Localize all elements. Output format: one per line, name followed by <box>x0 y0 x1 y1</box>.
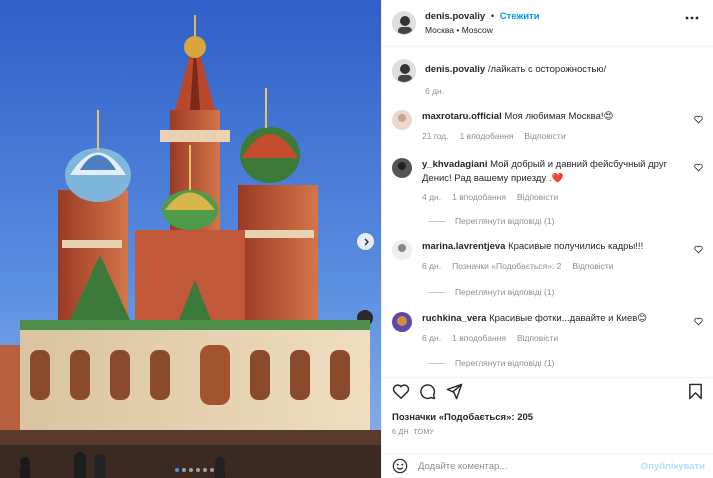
caption-text: /лайкать с осторожностью/ <box>487 64 607 75</box>
view-replies-button[interactable]: Переглянути відповіді (1) <box>428 216 554 226</box>
post-header: denis.povaliy • Стежити Москва • Moscow <box>382 0 713 47</box>
instagram-post: denis.povaliy • Стежити Москва • Moscow <box>0 0 713 478</box>
view-replies-button[interactable]: Переглянути відповіді (1) <box>428 287 554 297</box>
carousel-dot <box>210 468 214 472</box>
more-options-icon[interactable] <box>685 16 699 20</box>
carousel-indicator <box>175 468 214 472</box>
comment-time[interactable]: 4 дн. <box>422 191 441 205</box>
comment-text: Красивые получились кадры!!! <box>508 241 644 252</box>
bookmark-icon[interactable] <box>688 383 703 400</box>
comment-username[interactable]: ruchkina_vera <box>422 313 486 324</box>
reply-button[interactable]: Відповісти <box>517 191 558 205</box>
view-replies-button[interactable]: Переглянути відповіді (1) <box>428 358 554 368</box>
like-comment-icon[interactable] <box>694 317 703 326</box>
comment-likes[interactable]: 1 вподобання <box>452 332 506 346</box>
publish-button[interactable]: Опублікувати <box>641 461 705 472</box>
reply-button[interactable]: Відповісти <box>572 260 613 274</box>
comment-time[interactable]: 6 дн. <box>422 332 441 346</box>
replies-divider <box>428 291 445 293</box>
commenter-avatar[interactable] <box>392 312 412 332</box>
comment-text: Моя любимая Москва!😍 <box>504 111 614 122</box>
emoji-icon[interactable] <box>392 458 408 474</box>
comment-item: y_khvadagiani Мой добрый и давний фейсбу… <box>392 158 703 205</box>
like-comment-icon[interactable] <box>694 163 703 172</box>
separator: • <box>490 11 495 22</box>
caption-time[interactable]: 6 дн. <box>425 86 606 96</box>
view-replies-label: Переглянути відповіді (1) <box>455 358 555 368</box>
post-timestamp[interactable]: 6 ДН. ТОМУ <box>392 429 434 436</box>
replies-divider <box>428 362 445 364</box>
comment-username[interactable]: y_khvadagiani <box>422 159 487 170</box>
header-text: denis.povaliy • Стежити Москва • Moscow <box>425 11 540 35</box>
avatar-image <box>392 240 412 260</box>
comment-likes[interactable]: 1 вподобання <box>460 130 514 144</box>
replies-divider <box>428 220 445 222</box>
reply-button[interactable]: Відповісти <box>517 332 558 346</box>
heart-icon[interactable] <box>392 383 410 400</box>
comment-input[interactable] <box>418 460 618 472</box>
comment-time[interactable]: 6 дн. <box>422 260 441 274</box>
carousel-dot <box>189 468 193 472</box>
follow-button[interactable]: Стежити <box>500 11 540 22</box>
post-photo[interactable] <box>0 0 381 478</box>
comment-likes[interactable]: Позначки «Подобається»: 2 <box>452 260 561 274</box>
comments-list[interactable]: denis.povaliy /лайкать с осторожностью/ … <box>382 56 713 374</box>
avatar-image <box>392 158 412 178</box>
comment-username[interactable]: maxrotaru.official <box>422 111 502 122</box>
reply-button[interactable]: Відповісти <box>524 130 565 144</box>
comment-icon[interactable] <box>419 383 436 400</box>
comment-time[interactable]: 21 год. <box>422 130 449 144</box>
avatar-image <box>393 12 415 34</box>
share-icon[interactable] <box>446 383 463 400</box>
caption-avatar[interactable] <box>392 59 416 83</box>
author-avatar[interactable] <box>392 11 416 35</box>
commenter-avatar[interactable] <box>392 158 412 178</box>
caption-username[interactable]: denis.povaliy <box>425 64 485 75</box>
post-actions: Позначки «Подобається»: 205 6 ДН. ТОМУ О… <box>382 377 713 477</box>
post-side-panel: denis.povaliy • Стежити Москва • Moscow <box>381 0 713 478</box>
avatar-image <box>392 110 412 130</box>
chevron-right-icon <box>364 238 369 245</box>
post-caption: denis.povaliy /лайкать с осторожностью/ … <box>392 59 606 96</box>
comment-likes[interactable]: 1 вподобання <box>452 191 506 205</box>
carousel-dot <box>175 468 179 472</box>
like-comment-icon[interactable] <box>694 245 703 254</box>
avatar-image <box>393 60 415 82</box>
comment-item: maxrotaru.official Моя любимая Москва!😍 … <box>392 110 703 143</box>
action-icons <box>392 383 703 403</box>
comment-item: marina.lavrentjeva Красивые получились к… <box>392 240 703 273</box>
cathedral-photo <box>0 0 381 478</box>
carousel-dot <box>182 468 186 472</box>
carousel-dot <box>203 468 207 472</box>
commenter-avatar[interactable] <box>392 240 412 260</box>
comment-text: Красивые фотки...давайте и Киев😊 <box>489 313 648 324</box>
add-comment-bar: Опублікувати <box>382 453 713 478</box>
like-comment-icon[interactable] <box>694 115 703 124</box>
avatar-image <box>392 312 412 332</box>
view-replies-label: Переглянути відповіді (1) <box>455 216 555 226</box>
likes-count[interactable]: Позначки «Подобається»: 205 <box>392 412 533 423</box>
view-replies-label: Переглянути відповіді (1) <box>455 287 555 297</box>
author-username[interactable]: denis.povaliy <box>425 11 485 22</box>
next-slide-button[interactable] <box>357 233 374 250</box>
comment-item: ruchkina_vera Красивые фотки...давайте и… <box>392 312 703 345</box>
commenter-avatar[interactable] <box>392 110 412 130</box>
comment-username[interactable]: marina.lavrentjeva <box>422 241 505 252</box>
carousel-dot <box>196 468 200 472</box>
location-link[interactable]: Москва • Moscow <box>425 25 540 35</box>
